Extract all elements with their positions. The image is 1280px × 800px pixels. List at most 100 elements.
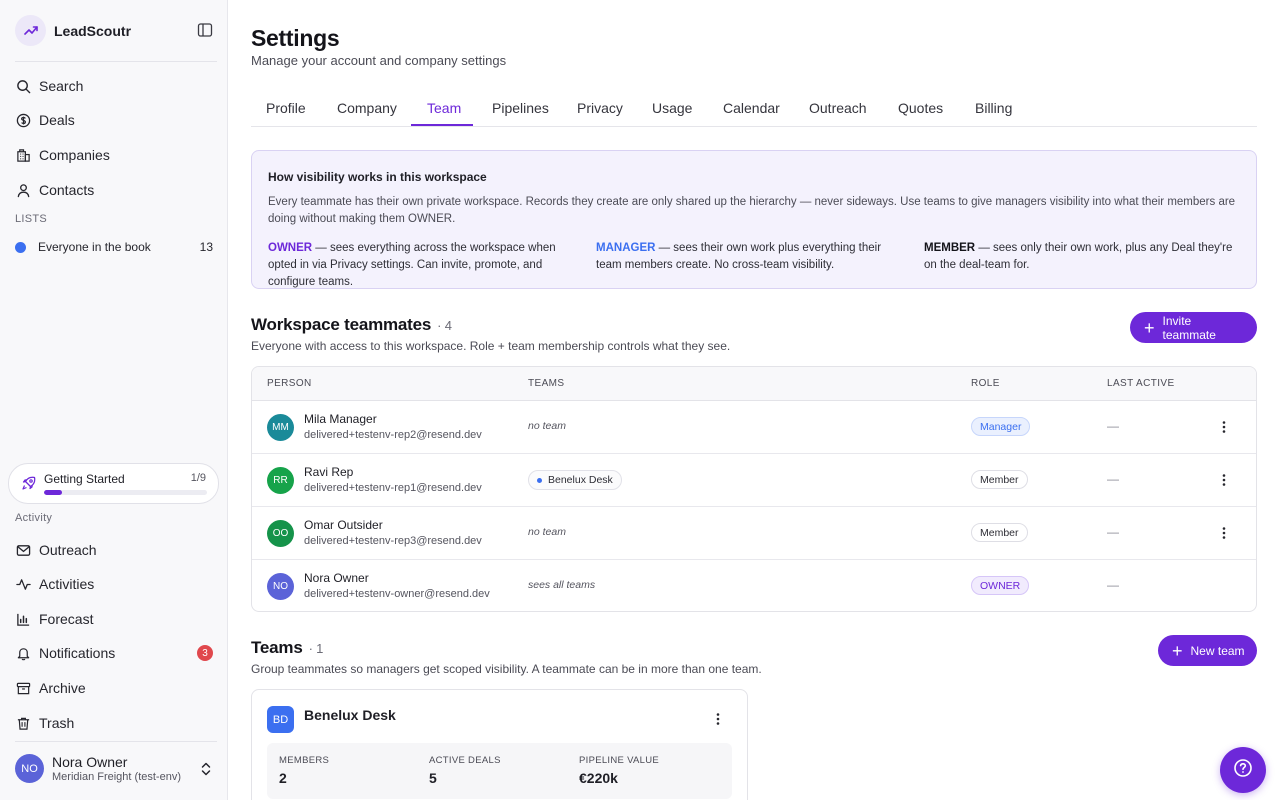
table-row[interactable]: MM Mila Manager delivered+testenv-rep2@r… [252,401,1256,454]
teams-count: · 1 [308,641,324,656]
team-value: no team [528,420,566,432]
sidebar-item-label: Notifications [39,645,116,661]
stat-label: PIPELINE VALUE [579,755,660,766]
role-badge[interactable]: Manager [971,417,1031,436]
user-org: Meridian Freight (test-env) [52,771,181,783]
person-name: Mila Manager [304,412,377,426]
tab-usage[interactable]: Usage [652,100,692,116]
list-item-count: 13 [199,240,213,254]
sidebar-item-companies[interactable]: Companies [15,144,110,166]
sidebar-item-notifications[interactable]: Notifications 3 [15,642,213,664]
sidebar-item-label: Contacts [39,182,95,198]
more-vertical-icon[interactable] [1218,419,1230,435]
sidebar-item-activities[interactable]: Activities [15,573,94,595]
brand[interactable]: LeadScoutr [15,15,131,46]
role-key: MANAGER [596,242,656,254]
activity-section-label: Activity [15,512,53,524]
user-menu[interactable]: NO Nora Owner Meridian Freight (test-env… [15,752,215,786]
page-title: Settings [251,25,340,51]
tab-profile[interactable]: Profile [266,100,306,116]
tab-pipelines[interactable]: Pipelines [492,100,549,116]
role-description-member: MEMBER — sees only their own work, plus … [924,240,1242,274]
person-name: Ravi Rep [304,465,354,479]
person-email: delivered+testenv-rep3@resend.dev [304,535,482,547]
more-vertical-icon[interactable] [712,711,724,727]
list-item-label: Everyone in the book [38,240,151,254]
sidebar-item-label: Forecast [39,611,94,627]
role-badge: OWNER [971,576,1030,595]
role-description-manager: MANAGER — sees their own work plus every… [596,240,896,274]
column-header-teams: TEAMS [528,378,565,389]
sidebar: LeadScoutr Search Deals Companies Contac… [0,0,228,800]
trash-icon [15,715,31,731]
mail-icon [15,542,31,558]
teams-heading: Teams · 1 [251,638,323,658]
role-badge[interactable]: Member [971,523,1028,542]
sidebar-item-deals[interactable]: Deals [15,109,75,131]
person-name: Nora Owner [304,571,369,585]
last-active: — [1107,472,1119,486]
list-item-everyone[interactable]: Everyone in the book 13 [15,240,213,254]
new-team-button[interactable]: + New team [1158,635,1257,666]
teammates-table: PERSON TEAMS ROLE LAST ACTIVE MM Mila Ma… [251,366,1257,612]
tab-team[interactable]: Team [427,100,461,116]
help-button[interactable] [1220,747,1266,793]
table-header: PERSON TEAMS ROLE LAST ACTIVE [252,367,1256,401]
stat-value: 2 [279,770,287,786]
team-stats: MEMBERS 2 ACTIVE DEALS 5 PIPELINE VALUE … [267,743,732,799]
team-chip[interactable]: Benelux Desk [528,470,622,490]
person-name: Omar Outsider [304,518,383,532]
team-card[interactable]: BD Benelux Desk MEMBERS 2 ACTIVE DEALS 5… [251,689,748,800]
table-row[interactable]: RR Ravi Rep delivered+testenv-rep1@resen… [252,454,1256,507]
getting-started-card[interactable]: Getting Started 1/9 [8,463,219,504]
team-value: no team [528,526,566,538]
tab-privacy[interactable]: Privacy [577,100,623,116]
archive-icon [15,680,31,696]
sidebar-toggle-icon[interactable] [197,22,215,40]
table-row[interactable]: NO Nora Owner delivered+testenv-owner@re… [252,560,1256,611]
search-icon [15,78,31,94]
role-badge[interactable]: Member [971,470,1028,489]
plus-icon: + [1144,317,1155,338]
tab-company[interactable]: Company [337,100,397,116]
rocket-icon [21,475,37,496]
brand-name: LeadScoutr [54,22,132,39]
role-key: MEMBER [924,242,976,254]
column-header-role: ROLE [971,378,1000,389]
sidebar-item-outreach[interactable]: Outreach [15,539,97,561]
notification-count-badge: 3 [197,645,213,661]
tab-billing[interactable]: Billing [975,100,1012,116]
sidebar-item-trash[interactable]: Trash [15,712,74,734]
sidebar-item-search[interactable]: Search [15,75,83,97]
last-active: — [1107,525,1119,539]
info-body: Every teammate has their own private wor… [268,196,1236,225]
teammates-title: Workspace teammates [251,315,432,334]
tab-outreach[interactable]: Outreach [809,100,867,116]
team-value: sees all teams [528,579,596,591]
team-chip-label: Benelux Desk [548,474,613,486]
tab-calendar[interactable]: Calendar [723,100,780,116]
table-row[interactable]: OO Omar Outsider delivered+testenv-rep3@… [252,507,1256,560]
column-header-person: PERSON [267,378,312,389]
chevron-up-down-icon [200,761,212,782]
dollar-icon [15,112,31,128]
tab-quotes[interactable]: Quotes [898,100,943,116]
progress-fill [44,490,62,495]
more-vertical-icon[interactable] [1218,472,1230,488]
last-active: — [1107,419,1119,433]
sidebar-item-contacts[interactable]: Contacts [15,179,94,201]
getting-started-progress-bar [44,490,207,495]
sidebar-item-archive[interactable]: Archive [15,677,86,699]
bar-chart-icon [15,611,31,627]
bell-icon [15,645,31,661]
user-name: Nora Owner [52,754,128,770]
stat-value: €220k [579,770,618,786]
invite-teammate-button[interactable]: + Invite teammate [1130,312,1257,343]
sidebar-item-forecast[interactable]: Forecast [15,608,93,630]
sidebar-item-label: Outreach [39,542,97,558]
getting-started-progress-text: 1/9 [190,472,206,484]
teams-title: Teams [251,638,303,657]
teammates-heading: Workspace teammates · 4 [251,315,452,335]
more-vertical-icon[interactable] [1218,525,1230,541]
sidebar-item-label: Search [39,78,84,94]
